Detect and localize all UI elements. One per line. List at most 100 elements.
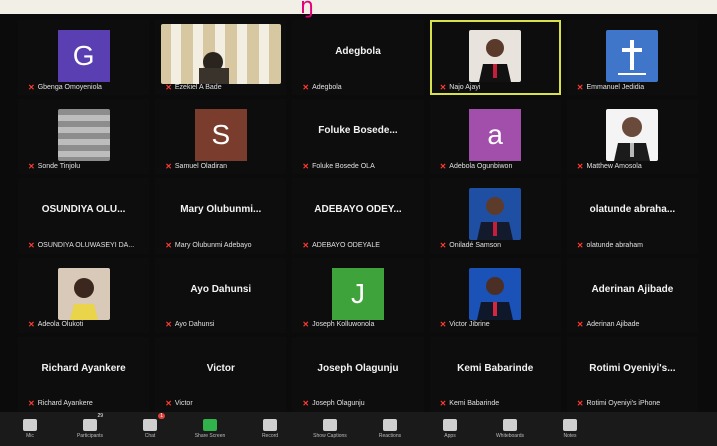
participant-tile[interactable]: olatunde abraha... ✕ olatunde abraham: [566, 178, 698, 254]
participant-name-bar: ✕ Sonde Tinjolu: [28, 160, 145, 172]
toolbar-notes-button[interactable]: Notes: [540, 419, 600, 439]
participant-name: Joseph Kolluwonola: [312, 321, 375, 329]
participant-tile[interactable]: ✕ Emmanuel Jedidia: [566, 20, 698, 96]
participants-icon: 29: [83, 413, 103, 431]
toolbar-record-button[interactable]: Record: [240, 419, 300, 439]
participant-tile[interactable]: Ayo Dahunsi ✕ Ayo Dahunsi: [155, 257, 287, 333]
toolbar-reactions-button[interactable]: Reactions: [360, 419, 420, 439]
muted-mic-icon: ✕: [165, 161, 172, 171]
participant-tile[interactable]: Foluke Bosede... ✕ Foluke Bosede OLA: [292, 99, 424, 175]
participant-name: Adeola Olukoti: [37, 321, 84, 329]
participant-name-bar: ✕ Rotimi Oyeniyi's iPhone: [577, 398, 694, 410]
video-thumbnail: [606, 109, 659, 162]
muted-mic-icon: ✕: [28, 399, 35, 409]
muted-mic-icon: ✕: [165, 82, 172, 92]
participant-display-name: Victor: [206, 362, 235, 374]
participant-tile[interactable]: Rotimi Oyeniyi's... ✕ Rotimi Oyeniyi's iPh…: [566, 336, 698, 412]
participant-name-bar: ✕ Mary Olubunmi Adebayo: [165, 240, 282, 252]
participant-name-bar: ✕ olatunde abraham: [577, 240, 694, 252]
toolbar-participants-button[interactable]: 29 Participants: [60, 413, 120, 439]
participant-name-bar: ✕ Aderinan Ajibade: [577, 319, 694, 331]
participant-name-bar: ✕ Ezekiel A Bade: [165, 81, 282, 93]
muted-mic-icon: ✕: [576, 399, 584, 409]
participant-tile[interactable]: G ✕ Gbenga Omoyeniola: [18, 20, 150, 96]
toolbar-label: Mic: [26, 433, 34, 439]
participant-name: Matthew Amosola: [586, 162, 642, 170]
participant-tile[interactable]: ✕ Ezekiel A Bade: [155, 20, 287, 96]
participant-name: Victor: [174, 400, 193, 408]
participant-tile[interactable]: OSUNDIYA OLU... ✕ OSUNDIYA OLUWASEYI DA...: [18, 178, 150, 254]
participant-name-bar: ✕ Samuel Oladiran: [165, 160, 282, 172]
participant-display-name: Aderinan Ajibade: [591, 283, 674, 295]
participant-count: 29: [97, 413, 103, 419]
participant-name: Kemi Babarinde: [449, 400, 500, 408]
muted-mic-icon: ✕: [165, 320, 172, 330]
participant-name: Ayo Dahunsi: [174, 321, 215, 329]
muted-mic-icon: ✕: [439, 320, 447, 330]
share-screen-icon: [203, 419, 217, 431]
participant-tile[interactable]: ✕ Najo Ajayi: [429, 20, 561, 96]
participant-name: olatunde abraham: [586, 242, 643, 250]
participant-tile[interactable]: Kemi Babarinde ✕ Kemi Babarinde: [429, 336, 561, 412]
participant-name-bar: ✕ Najo Ajayi: [440, 81, 557, 93]
toolbar-apps-button[interactable]: Apps: [420, 419, 480, 439]
participant-name-bar: ✕ Richard Ayankere: [28, 398, 145, 410]
muted-mic-icon: ✕: [302, 320, 310, 330]
participant-tile[interactable]: ✕ Matthew Amosola: [566, 99, 698, 175]
participant-name-bar: ✕ ADEBAYO ODEYALE: [302, 240, 419, 252]
participant-tile[interactable]: Richard Ayankere ✕ Richard Ayankere: [18, 336, 150, 412]
participant-display-name: Richard Ayankere: [41, 362, 126, 374]
muted-mic-icon: ✕: [576, 161, 584, 171]
participant-tile[interactable]: ✕ Sonde Tinjolu: [18, 99, 150, 175]
participant-name-bar: ✕ Foluke Bosede OLA: [302, 160, 419, 172]
video-thumbnail: [160, 24, 281, 84]
participant-tile[interactable]: a ✕ Adebola Ogunbiwon: [429, 99, 561, 175]
muted-mic-icon: ✕: [28, 161, 35, 171]
participant-tile[interactable]: Aderinan Ajibade ✕ Aderinan Ajibade: [566, 257, 698, 333]
participant-name-bar: ✕ Emmanuel Jedidia: [577, 81, 694, 93]
avatar-letter: S: [194, 109, 247, 162]
muted-mic-icon: ✕: [302, 399, 310, 409]
muted-mic-icon: ✕: [576, 320, 584, 330]
participant-name: Victor Jibrine: [449, 321, 490, 329]
participant-name: Richard Ayankere: [37, 400, 93, 408]
participant-tile[interactable]: ✕ Oniladé Samson: [429, 178, 561, 254]
participant-tile[interactable]: ✕ Victor Jibrine: [429, 257, 561, 333]
avatar-letter: a: [469, 109, 522, 162]
toolbar-share-button[interactable]: Share Screen: [180, 419, 240, 439]
toolbar-captions-button[interactable]: Show Captions: [300, 419, 360, 439]
muted-mic-icon: ✕: [28, 241, 35, 251]
participant-tile[interactable]: Mary Olubunmi... ✕ Mary Olubunmi Adebayo: [155, 178, 287, 254]
muted-mic-icon: ✕: [302, 82, 310, 92]
participant-name: Mary Olubunmi Adebayo: [174, 242, 252, 250]
toolbar-whiteboards-button[interactable]: Whiteboards: [480, 419, 540, 439]
participant-tile[interactable]: Victor ✕ Victor: [155, 336, 287, 412]
participant-tile[interactable]: ADEBAYO ODEY... ✕ ADEBAYO ODEYALE: [292, 178, 424, 254]
participant-name: Foluke Bosede OLA: [312, 162, 375, 170]
muted-mic-icon: ✕: [439, 241, 447, 251]
toolbar-chat-button[interactable]: 1 Chat: [120, 413, 180, 439]
muted-mic-icon: ✕: [302, 241, 310, 251]
participant-display-name: OSUNDIYA OLU...: [41, 204, 126, 216]
participant-tile[interactable]: ✕ Adeola Olukoti: [18, 257, 150, 333]
participant-display-name: Ayo Dahunsi: [190, 283, 252, 295]
toolbar-label: Show Captions: [313, 433, 347, 439]
video-thumbnail: [469, 267, 522, 320]
record-icon: [263, 419, 277, 431]
muted-mic-icon: ✕: [576, 241, 584, 251]
participant-tile[interactable]: S ✕ Samuel Oladiran: [155, 99, 287, 175]
participant-name-bar: ✕ Joseph Olagunju: [302, 398, 419, 410]
participant-name-bar: ✕ Oniladé Samson: [440, 240, 557, 252]
toolbar-audio-button[interactable]: Mic: [0, 419, 60, 439]
participant-display-name: ADEBAYO ODEY...: [314, 204, 402, 216]
participant-tile[interactable]: J ✕ Joseph Kolluwonola: [292, 257, 424, 333]
toolbar-label: Apps: [444, 433, 456, 439]
participant-name-bar: ✕ Adeola Olukoti: [28, 319, 145, 331]
participant-name-bar: ✕ Adegbola: [302, 81, 419, 93]
participant-name: Samuel Oladiran: [174, 162, 228, 170]
participant-name-bar: ✕ OSUNDIYA OLUWASEYI DA...: [28, 240, 145, 252]
participant-tile[interactable]: Joseph Olagunju ✕ Joseph Olagunju: [292, 336, 424, 412]
participant-tile[interactable]: Adegbola ✕ Adegbola: [292, 20, 424, 96]
participant-display-name: Joseph Olagunju: [317, 362, 399, 374]
participant-display-name: Rotimi Oyeniyi's...: [589, 362, 676, 374]
